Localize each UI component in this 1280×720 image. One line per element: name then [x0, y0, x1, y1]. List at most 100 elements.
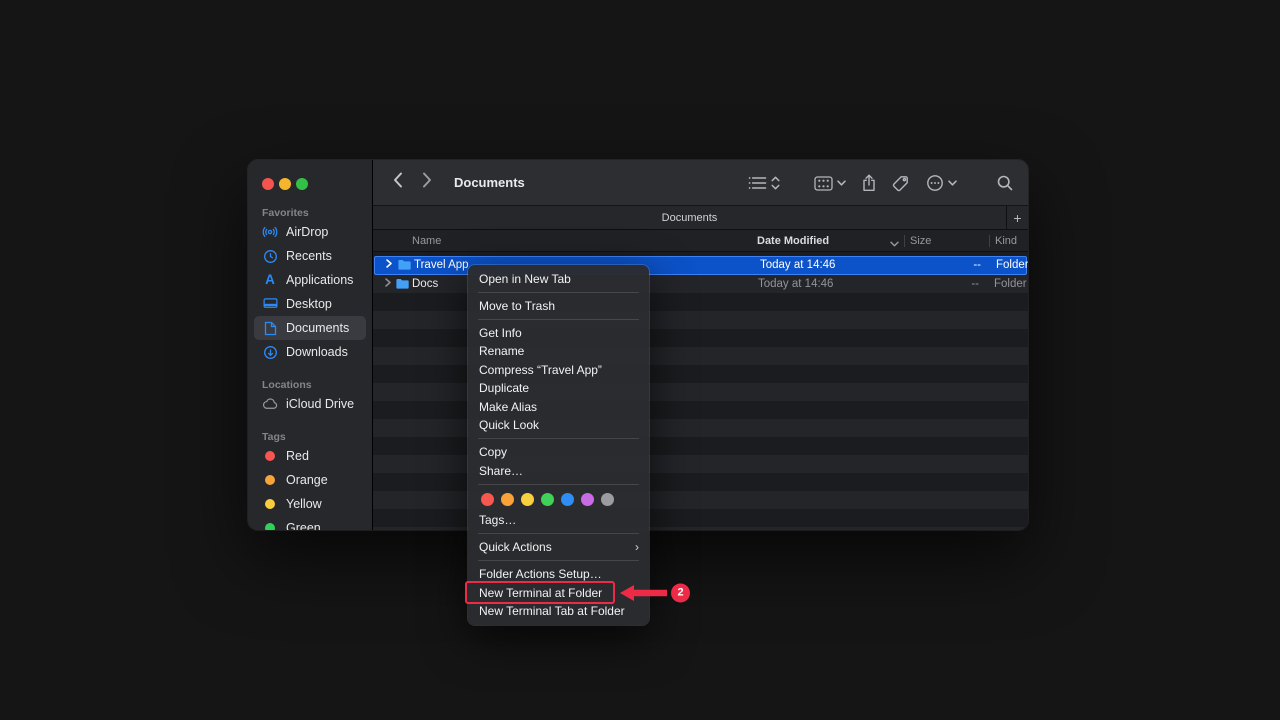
tags-button[interactable]	[892, 175, 909, 192]
chevron-down-icon	[837, 180, 846, 186]
sidebar-item-recents[interactable]: Recents	[254, 244, 366, 268]
zoom-button[interactable]	[296, 178, 308, 190]
file-size: --	[931, 257, 981, 273]
minimize-button[interactable]	[279, 178, 291, 190]
sidebar-item-label: AirDrop	[286, 225, 328, 239]
more-actions-button[interactable]	[926, 174, 957, 192]
gray-tag-dot[interactable]	[601, 493, 614, 506]
share-button[interactable]	[861, 174, 877, 192]
column-headers: Name Date Modified Size Kind	[373, 230, 1028, 252]
column-header-date-modified[interactable]: Date Modified	[757, 230, 829, 252]
menu-item-tags[interactable]: Tags…	[468, 511, 649, 530]
sidebar-item-icloud-drive[interactable]: iCloud Drive	[254, 392, 366, 416]
sidebar-item-tag-orange[interactable]: Orange	[254, 468, 366, 492]
disclosure-chevron-icon[interactable]	[386, 257, 392, 273]
sidebar-section-tags: Tags	[262, 430, 372, 444]
sidebar-item-tag-yellow[interactable]: Yellow	[254, 492, 366, 516]
file-kind: Folder	[994, 275, 1027, 293]
chevron-down-icon	[948, 180, 957, 186]
list-view-icon	[748, 176, 767, 190]
menu-item-share[interactable]: Share…	[468, 462, 649, 481]
menu-item-copy[interactable]: Copy	[468, 443, 649, 462]
sidebar-item-documents[interactable]: Documents	[254, 316, 366, 340]
yellow-tag-dot[interactable]	[521, 493, 534, 506]
disclosure-chevron-icon[interactable]	[385, 275, 391, 293]
sidebar-item-label: Green	[286, 521, 321, 530]
tab-documents[interactable]: Documents	[373, 212, 1006, 224]
sort-chevron-icon	[890, 238, 899, 250]
yellow-tag-icon	[265, 499, 275, 509]
group-button[interactable]	[814, 176, 846, 191]
new-tab-button[interactable]: +	[1006, 206, 1028, 229]
column-header-name[interactable]: Name	[412, 230, 441, 252]
folder-icon	[398, 259, 411, 275]
sidebar-item-label: Orange	[286, 473, 328, 487]
sidebar-section-locations: Locations	[262, 378, 372, 392]
sidebar-item-label: Red	[286, 449, 309, 463]
menu-separator	[478, 533, 639, 534]
document-icon	[262, 320, 278, 336]
sidebar-item-label: Recents	[286, 249, 332, 263]
sidebar-section-favorites: Favorites	[262, 206, 372, 220]
applications-icon: A	[262, 272, 278, 288]
window-title: Documents	[454, 175, 525, 190]
red-tag-dot[interactable]	[481, 493, 494, 506]
close-button[interactable]	[262, 178, 274, 190]
view-options-button[interactable]	[748, 176, 780, 190]
menu-item-quick-actions[interactable]: Quick Actions ›	[468, 538, 649, 557]
submenu-chevron-icon: ›	[635, 538, 639, 557]
menu-separator	[478, 560, 639, 561]
orange-tag-dot[interactable]	[501, 493, 514, 506]
menu-item-make-alias[interactable]: Make Alias	[468, 398, 649, 417]
file-name: Travel App	[414, 257, 469, 273]
menu-item-open-in-new-tab[interactable]: Open in New Tab	[468, 270, 649, 289]
menu-item-quick-look[interactable]: Quick Look	[468, 416, 649, 435]
sidebar-item-label: Desktop	[286, 297, 332, 311]
share-icon	[861, 174, 877, 192]
tab-bar: Documents +	[373, 206, 1028, 230]
menu-item-move-to-trash[interactable]: Move to Trash	[468, 297, 649, 316]
file-name: Docs	[412, 275, 438, 293]
menu-item-get-info[interactable]: Get Info	[468, 324, 649, 343]
sidebar: Favorites AirDrop Recents	[248, 160, 373, 530]
sidebar-item-tag-red[interactable]: Red	[254, 444, 366, 468]
menu-item-label: Quick Actions	[479, 540, 552, 554]
file-date-modified: Today at 14:46	[758, 275, 833, 293]
red-tag-icon	[265, 451, 275, 461]
menu-tag-colors	[468, 489, 649, 511]
annotation-step-badge: 2	[671, 583, 690, 602]
menu-item-compress[interactable]: Compress “Travel App”	[468, 361, 649, 380]
sidebar-item-downloads[interactable]: Downloads	[254, 340, 366, 364]
sidebar-item-airdrop[interactable]: AirDrop	[254, 220, 366, 244]
column-header-kind[interactable]: Kind	[995, 230, 1017, 252]
blue-tag-dot[interactable]	[561, 493, 574, 506]
green-tag-dot[interactable]	[541, 493, 554, 506]
forward-button[interactable]	[422, 172, 432, 193]
airdrop-icon	[262, 224, 278, 240]
menu-item-new-terminal-at-folder[interactable]: New Terminal at Folder 2	[468, 584, 649, 603]
menu-separator	[478, 438, 639, 439]
back-button[interactable]	[393, 172, 403, 193]
desktop-icon	[262, 296, 278, 312]
column-divider	[904, 235, 905, 247]
sidebar-item-tag-green[interactable]: Green	[254, 516, 366, 530]
search-button[interactable]	[997, 175, 1013, 191]
downloads-icon	[262, 344, 278, 360]
sidebar-item-desktop[interactable]: Desktop	[254, 292, 366, 316]
sidebar-item-label: Yellow	[286, 497, 322, 511]
menu-item-rename[interactable]: Rename	[468, 342, 649, 361]
search-icon	[997, 175, 1013, 191]
sidebar-item-label: iCloud Drive	[286, 397, 354, 411]
menu-separator	[478, 484, 639, 485]
file-size: --	[929, 275, 979, 293]
sidebar-item-applications[interactable]: A Applications	[254, 268, 366, 292]
purple-tag-dot[interactable]	[581, 493, 594, 506]
toolbar: Documents	[373, 160, 1028, 206]
menu-item-duplicate[interactable]: Duplicate	[468, 379, 649, 398]
file-kind: Folder	[996, 257, 1028, 273]
column-header-size[interactable]: Size	[910, 230, 931, 252]
menu-item-new-terminal-tab-at-folder[interactable]: New Terminal Tab at Folder	[468, 602, 649, 621]
menu-separator	[478, 319, 639, 320]
green-tag-icon	[265, 523, 275, 530]
more-circle-icon	[926, 174, 944, 192]
